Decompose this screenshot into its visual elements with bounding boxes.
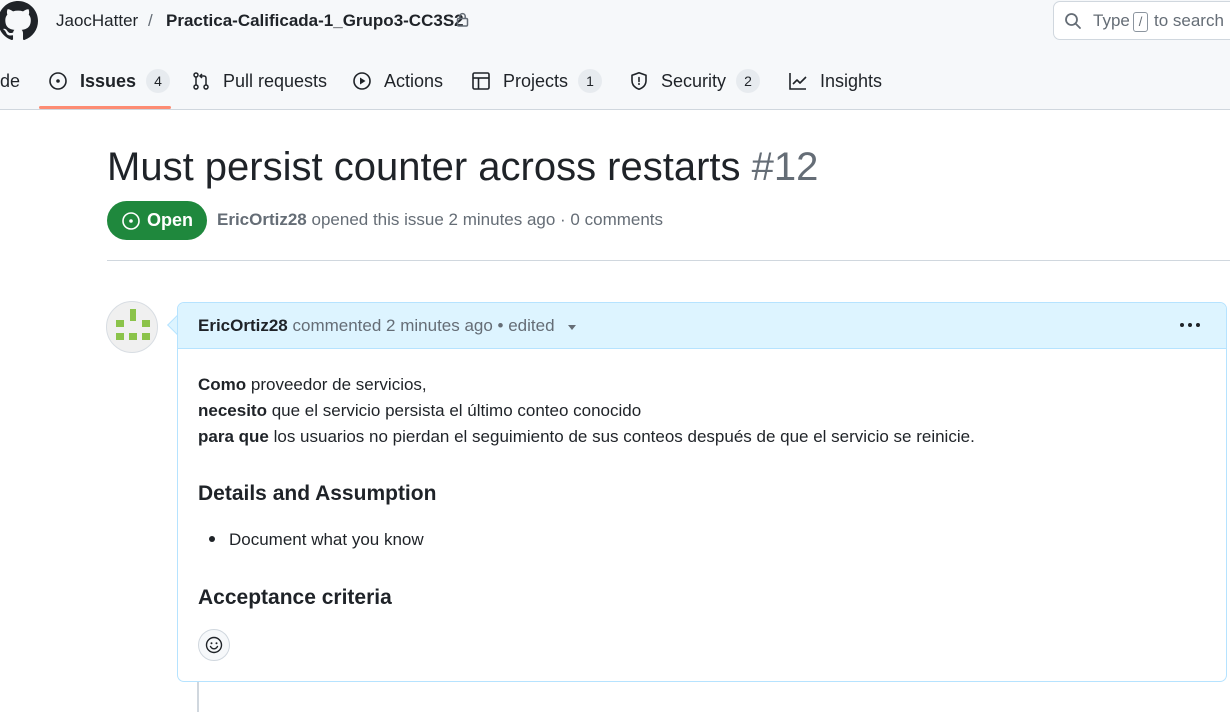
heading-details: Details and Assumption [198, 482, 437, 505]
search-placeholder-prefix: Type [1093, 11, 1130, 30]
issue-opened-icon [49, 72, 67, 90]
issue-number: #12 [751, 145, 819, 189]
repo-header: JaocHatter / Practica-Calificada-1_Grupo… [0, 0, 1230, 110]
tab-label: Pull requests [223, 70, 328, 91]
comment-body: Como proveedor de servicios, necesito qu… [198, 372, 1198, 609]
issue-meta-text: opened this issue 2 minutes ago · 0 comm… [311, 210, 664, 229]
breadcrumb-repo[interactable]: Practica-Calificada-1_Grupo3-CC3S2 [166, 11, 464, 31]
comment-author-link[interactable]: EricOrtiz28 [198, 316, 288, 335]
story-line-role: Como proveedor de servicios, [198, 372, 1198, 398]
active-tab-underline [39, 106, 171, 109]
projects-count-badge: 1 [578, 69, 603, 93]
story-keyword: Como [198, 375, 247, 394]
story-line-benefit: para que los usuarios no pierdan el segu… [198, 424, 1198, 450]
story-text: proveedor de servicios, [250, 375, 427, 394]
bullet-icon [209, 536, 215, 543]
tab-projects[interactable]: Projects 1 [471, 64, 603, 98]
timeline-line [197, 682, 199, 712]
security-count-badge: 2 [736, 69, 761, 93]
issue-comment: EricOrtiz28 commented 2 minutes ago • ed… [177, 302, 1227, 682]
issue-state-badge: Open [107, 201, 207, 240]
story-keyword: para que [198, 427, 269, 446]
tab-issues[interactable]: Issues 4 [48, 64, 171, 98]
story-text: los usuarios no pierdan el seguimiento d… [273, 427, 975, 446]
search-shortcut-key: / [1133, 12, 1148, 32]
story-text: que el servicio persista el último conte… [271, 401, 642, 420]
caret-down-icon[interactable] [567, 322, 577, 332]
search-icon [1065, 13, 1081, 29]
kebab-horizontal-icon[interactable] [1178, 319, 1202, 331]
tab-actions[interactable]: Actions [352, 64, 443, 98]
issue-state-label: Open [146, 210, 193, 230]
issue-author-link[interactable]: EricOrtiz28 [217, 210, 307, 229]
list-item-text: Document what you know [229, 530, 424, 549]
avatar[interactable] [106, 301, 158, 353]
smiley-icon [205, 636, 223, 654]
issue-meta: EricOrtiz28 opened this issue 2 minutes … [217, 210, 663, 230]
graph-icon [789, 73, 807, 90]
tab-label: Projects [503, 70, 569, 91]
comment-header: EricOrtiz28 commented 2 minutes ago • ed… [178, 303, 1226, 349]
github-logo-icon[interactable] [0, 1, 38, 41]
list-item: Document what you know [198, 527, 424, 553]
comment-header-text: EricOrtiz28 commented 2 minutes ago • ed… [198, 316, 577, 336]
story-keyword: necesito [198, 401, 267, 420]
tab-security[interactable]: Security 2 [629, 64, 761, 98]
search-input[interactable]: Type / to search [1053, 1, 1230, 40]
issue-opened-icon [122, 211, 140, 230]
git-pull-request-icon [193, 72, 209, 90]
comment-timestamp[interactable]: commented 2 minutes ago • edited [293, 316, 555, 335]
breadcrumb-owner[interactable]: JaocHatter [56, 11, 138, 31]
table-icon [472, 72, 490, 90]
search-placeholder-suffix: to search [1154, 11, 1224, 30]
tab-label: Insights [820, 70, 883, 91]
tab-code[interactable]: de [0, 64, 20, 98]
tab-pull-requests[interactable]: Pull requests [191, 64, 327, 98]
tab-label: Issues [80, 70, 137, 91]
tab-label: de [0, 70, 21, 91]
header-divider [107, 260, 1230, 261]
tab-label: Actions [384, 70, 444, 91]
shield-icon [631, 72, 647, 90]
issue-title: Must persist counter across restarts #12 [107, 144, 818, 190]
lock-icon [456, 12, 469, 27]
tab-insights[interactable]: Insights [788, 64, 882, 98]
heading-acceptance: Acceptance criteria [198, 586, 392, 609]
add-reaction-button[interactable] [198, 629, 230, 661]
story-line-need: necesito que el servicio persista el últ… [198, 398, 1198, 424]
tab-label: Security [661, 70, 727, 91]
play-icon [353, 72, 371, 90]
issues-count-badge: 4 [146, 69, 171, 93]
breadcrumb-separator: / [148, 11, 153, 30]
issue-title-text: Must persist counter across restarts [107, 145, 741, 189]
